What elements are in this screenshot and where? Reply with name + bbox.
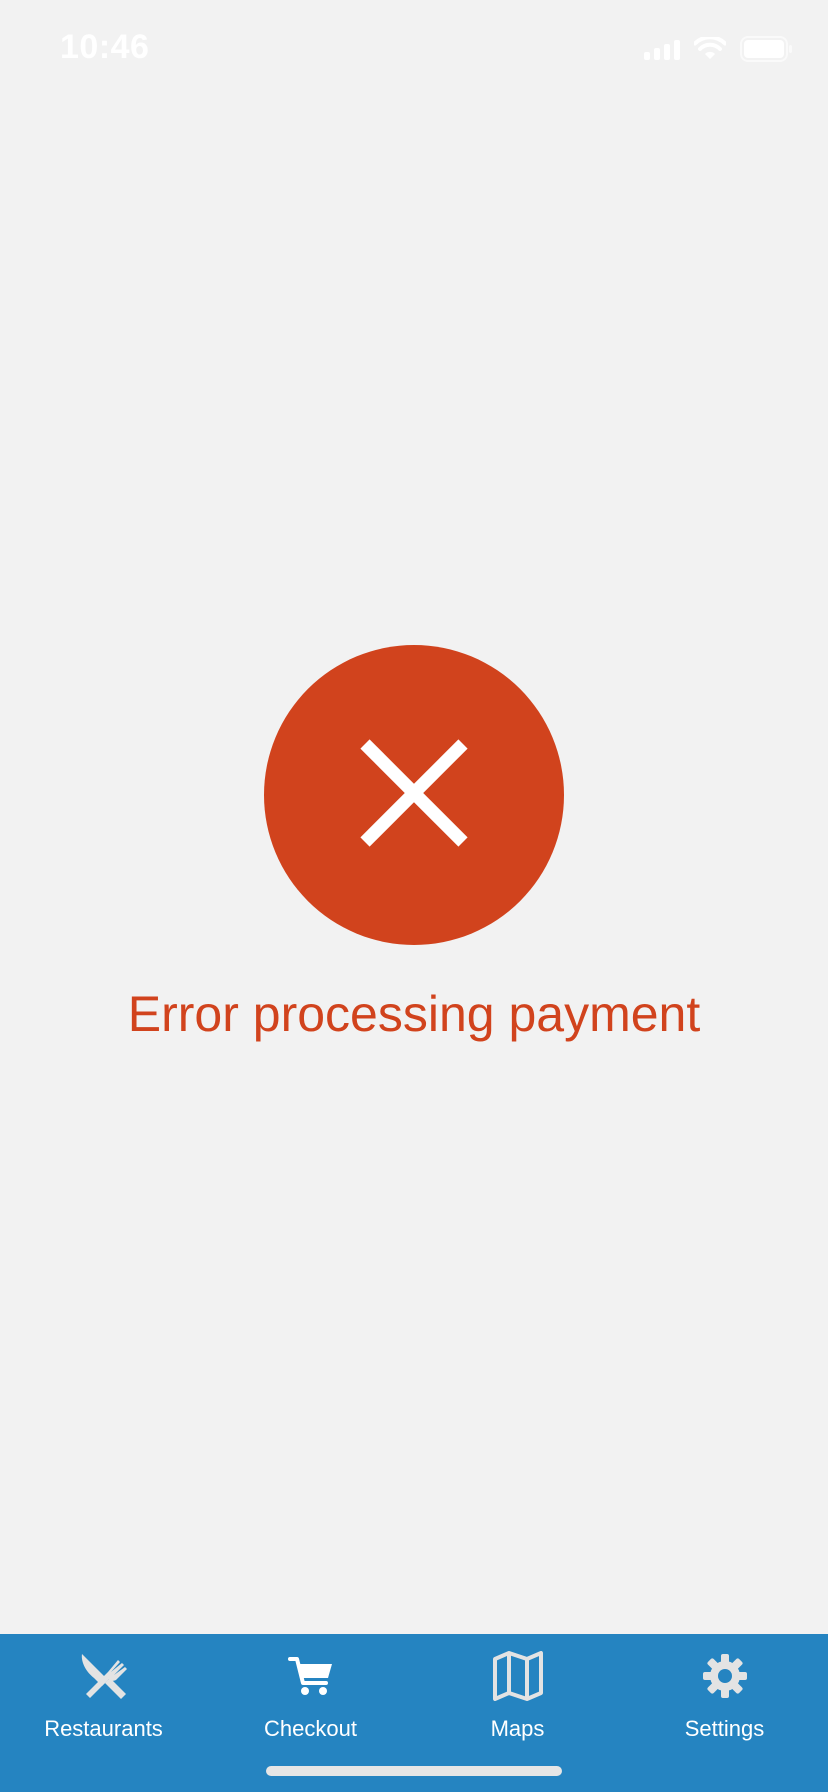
tab-label-restaurants: Restaurants	[44, 1716, 163, 1741]
tab-bar: Restaurants Checkout Maps Settings	[0, 1634, 828, 1792]
gear-icon	[697, 1648, 753, 1704]
error-message: Error processing payment	[127, 986, 701, 1042]
map-icon	[490, 1648, 546, 1704]
close-icon	[359, 738, 469, 853]
tab-label-settings: Settings	[684, 1716, 765, 1741]
payment-error-screen: 10:46 Error processing payment Restauran…	[0, 0, 828, 1792]
cart-icon	[283, 1648, 339, 1704]
error-status-circle	[264, 645, 564, 945]
battery-icon	[740, 36, 794, 62]
tab-maps[interactable]: Maps	[414, 1634, 621, 1759]
wifi-icon	[694, 37, 726, 61]
cellular-signal-icon	[644, 38, 680, 60]
tab-list: Restaurants Checkout Maps Settings	[0, 1634, 828, 1759]
home-indicator	[266, 1766, 562, 1776]
fork-knife-icon	[76, 1648, 132, 1704]
tab-label-checkout: Checkout	[264, 1716, 357, 1741]
tab-label-maps: Maps	[490, 1716, 545, 1741]
tab-settings[interactable]: Settings	[621, 1634, 828, 1759]
tab-restaurants[interactable]: Restaurants	[0, 1634, 207, 1759]
tab-checkout[interactable]: Checkout	[207, 1634, 414, 1759]
status-icons	[644, 36, 794, 62]
status-time: 10:46	[60, 28, 150, 66]
status-bar: 10:46	[0, 0, 828, 100]
